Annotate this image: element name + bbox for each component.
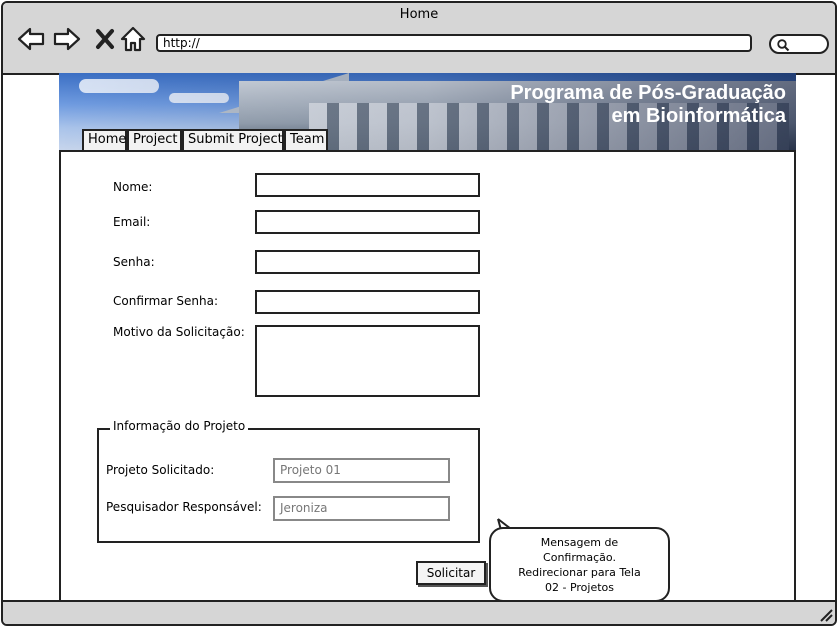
url-input[interactable]: http://	[156, 34, 752, 52]
resize-grip-icon[interactable]	[817, 606, 833, 622]
motivo-textarea[interactable]	[255, 325, 480, 397]
projeto-solicitado-field: Projeto 01	[273, 458, 450, 483]
program-title-line1: Programa de Pós-Graduação	[510, 82, 786, 104]
email-field[interactable]	[255, 210, 480, 234]
browser-toolbar: Home http://	[3, 3, 835, 75]
program-title-line2: em Bioinformática	[611, 105, 786, 127]
back-arrow-icon[interactable]	[17, 25, 45, 53]
senha-field[interactable]	[255, 250, 480, 274]
motivo-label: Motivo da Solicitação:	[113, 325, 245, 339]
note-line: 02 - Projetos	[544, 581, 614, 594]
forward-arrow-icon[interactable]	[53, 25, 81, 53]
email-label: Email:	[113, 215, 151, 229]
note-line: Redirecionar para Tela	[518, 566, 641, 579]
solicitar-button[interactable]: Solicitar	[416, 561, 486, 585]
tab-team[interactable]: Team	[284, 129, 328, 150]
tab-submit-project[interactable]: Submit Project	[182, 129, 284, 150]
close-icon[interactable]	[91, 25, 119, 53]
nome-label: Nome:	[113, 180, 153, 194]
tab-home[interactable]: Home	[82, 129, 127, 150]
pesquisador-label: Pesquisador Responsável:	[106, 500, 262, 514]
pesquisador-field: Jeroniza	[273, 496, 450, 521]
window-title: Home	[399, 7, 439, 22]
browser-search-field[interactable]	[769, 34, 829, 54]
confirmation-note: Mensagem de Confirmação. Redirecionar pa…	[489, 527, 670, 602]
senha-label: Senha:	[113, 255, 155, 269]
note-line: Confirmação.	[543, 551, 616, 564]
confirmar-senha-field[interactable]	[255, 290, 480, 314]
home-icon[interactable]	[119, 25, 147, 53]
note-line: Mensagem de	[540, 536, 619, 549]
tab-project[interactable]: Project	[127, 129, 182, 150]
project-info-legend: Informação do Projeto	[110, 419, 249, 433]
project-info-group	[97, 428, 480, 543]
projeto-solicitado-label: Projeto Solicitado:	[106, 463, 215, 477]
confirmar-senha-label: Confirmar Senha:	[113, 294, 219, 308]
status-bar	[3, 600, 835, 624]
search-icon	[777, 39, 790, 52]
nome-field[interactable]	[255, 173, 480, 197]
program-title: Programa de Pós-Graduação em Bioinformát…	[510, 82, 786, 128]
